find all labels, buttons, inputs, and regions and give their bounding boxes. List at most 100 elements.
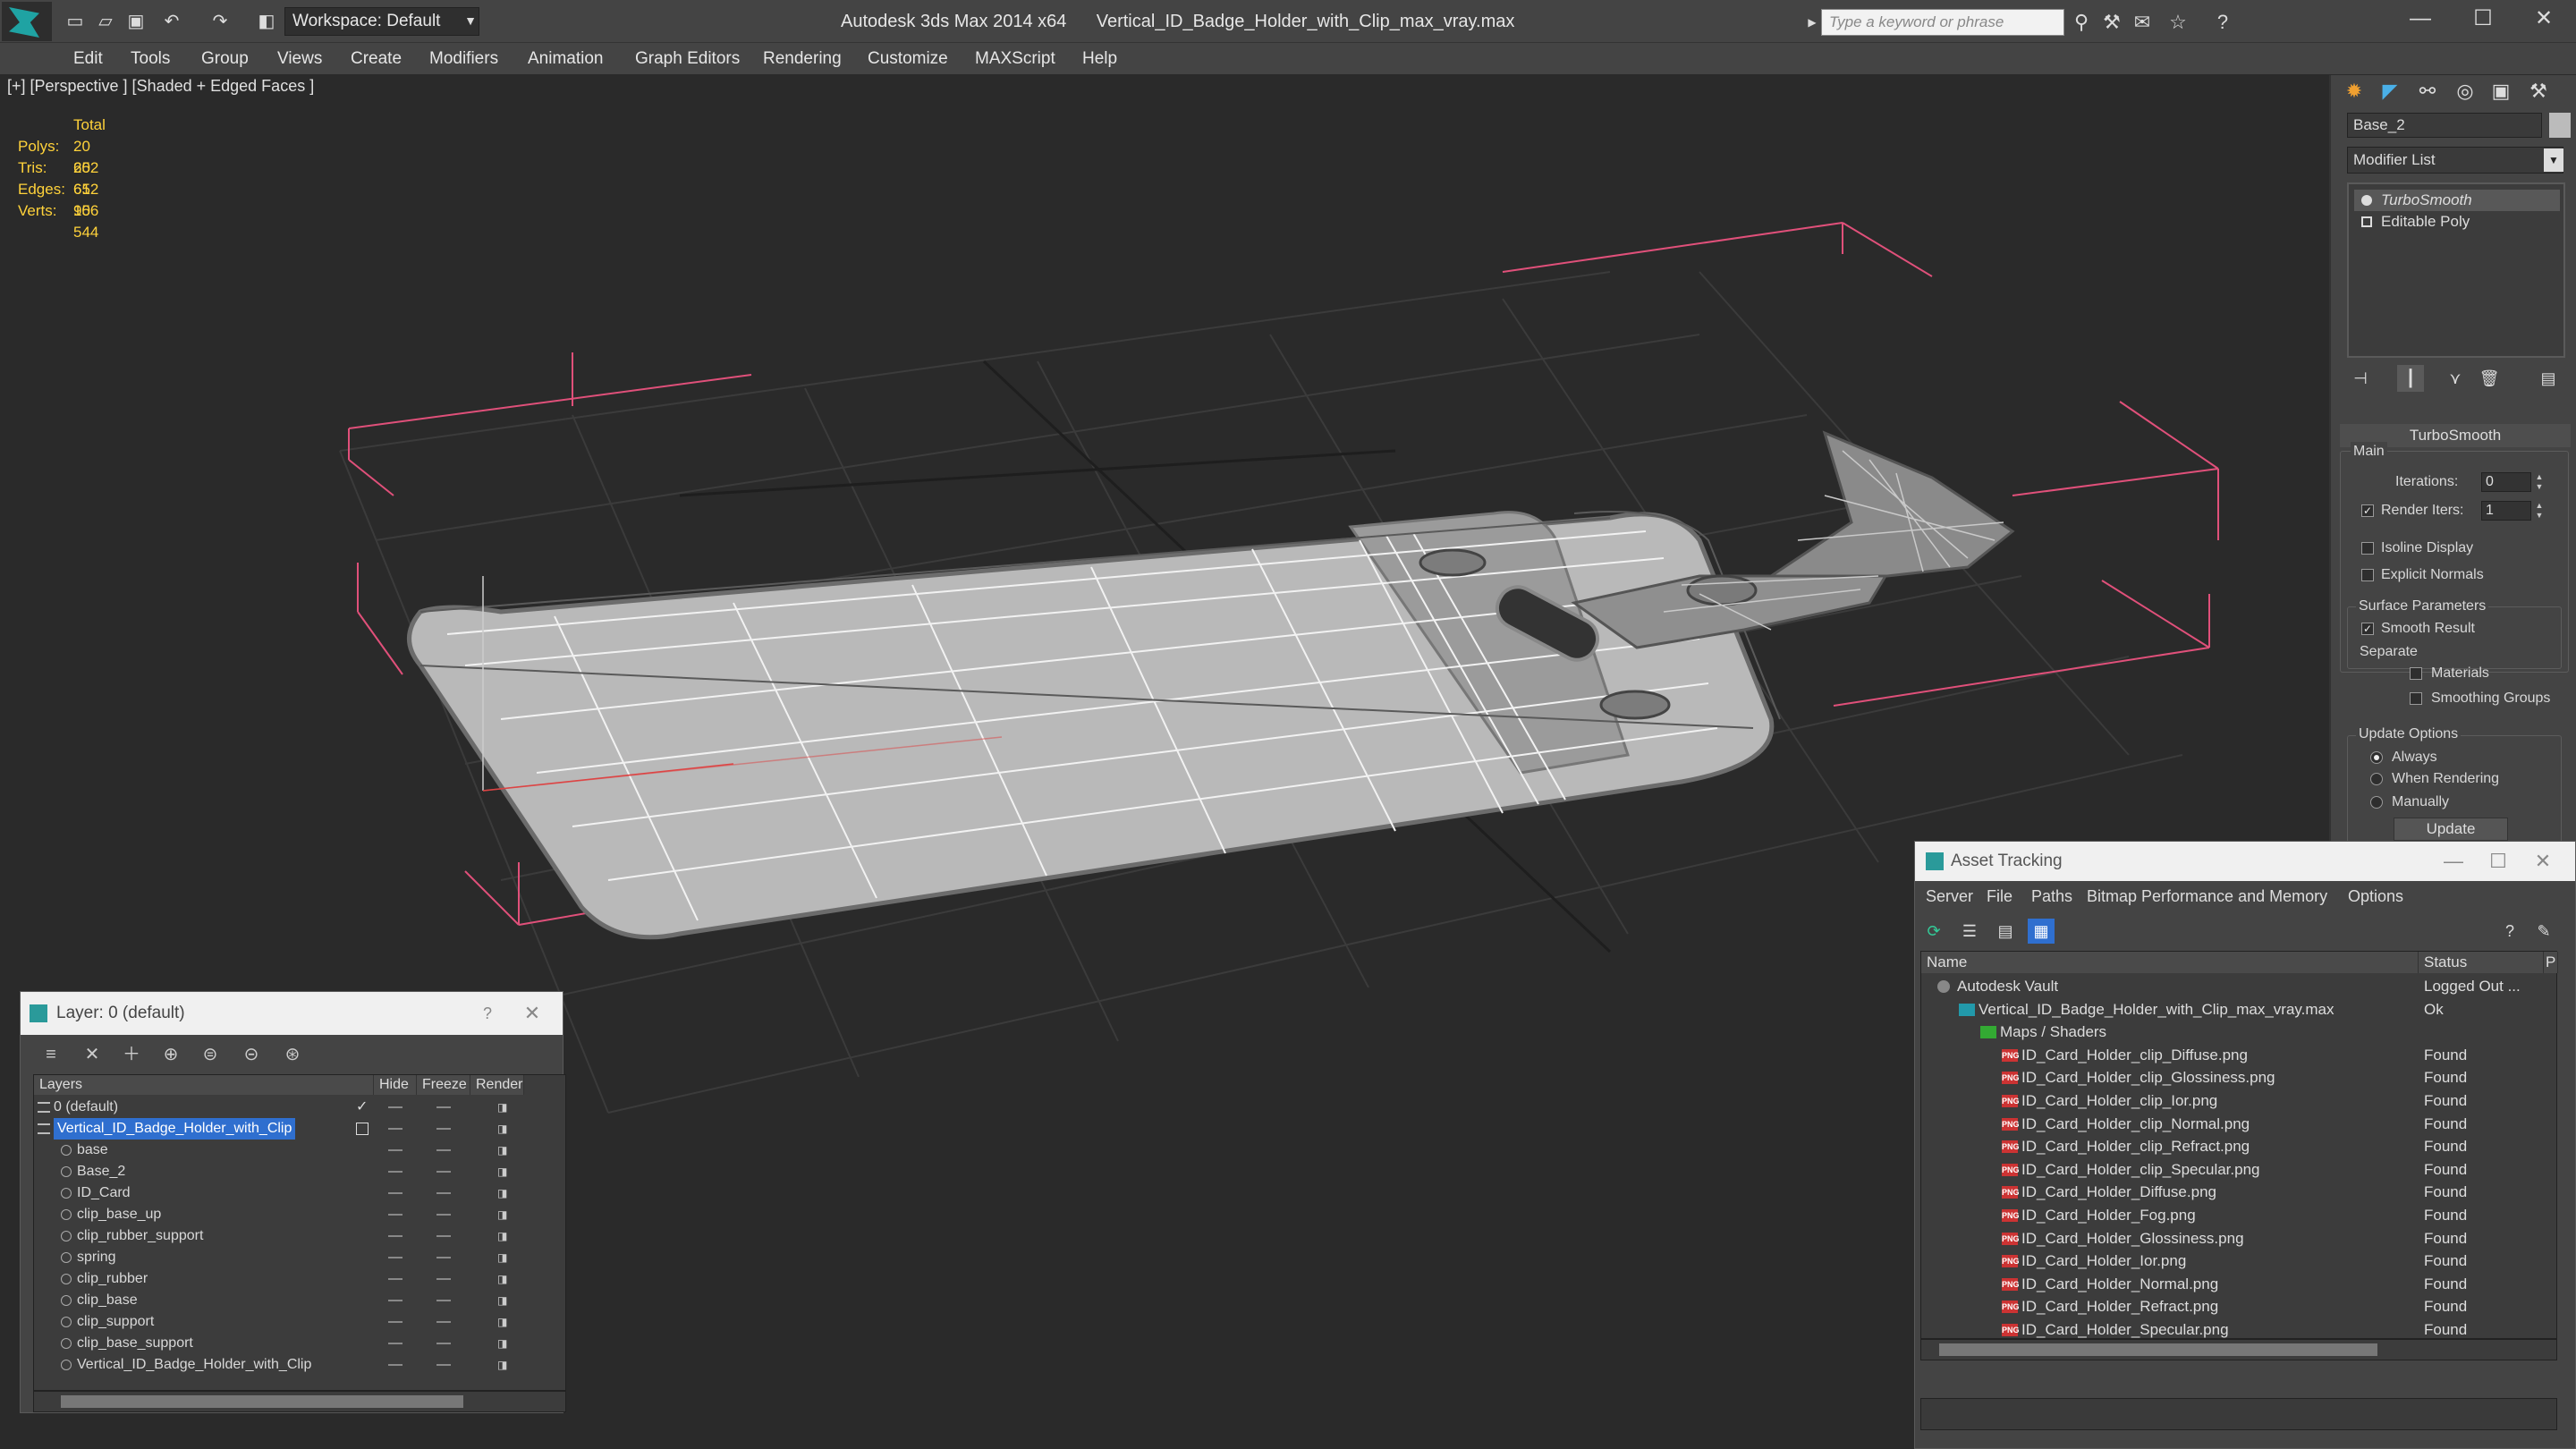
column-header[interactable]: Status [2419, 952, 2544, 973]
minimize-icon[interactable]: — [2388, 0, 2453, 39]
maximize-icon[interactable]: ☐ [2480, 842, 2516, 881]
pin-stack-icon[interactable]: ⊣ [2347, 365, 2374, 392]
freeze-toggle[interactable] [436, 1128, 451, 1130]
render-teapot-icon[interactable]: ◨ [497, 1102, 510, 1113]
asset-row[interactable]: PNG ID_Card_Holder_clip_Diffuse.png Found [1921, 1044, 2558, 1067]
object-color-swatch[interactable] [2549, 113, 2571, 138]
render-teapot-icon[interactable]: ◨ [497, 1338, 510, 1349]
asset-row[interactable]: PNG ID_Card_Holder_Diffuse.png Found [1921, 1181, 2558, 1204]
motion-tab-icon[interactable]: ◎ [2449, 75, 2481, 107]
menu-paths[interactable]: Paths [2031, 881, 2072, 911]
horizontal-scrollbar[interactable] [1920, 1339, 2557, 1360]
column-header[interactable]: Freeze [417, 1075, 470, 1095]
menu-create[interactable]: Create [351, 43, 402, 75]
menu-edit[interactable]: Edit [73, 43, 103, 75]
menu-modifiers[interactable]: Modifiers [429, 43, 498, 75]
layer-name[interactable]: Vertical_ID_Badge_Holder_with_Clip [77, 1354, 311, 1376]
modify-tab-icon[interactable]: ◤ [2374, 75, 2406, 107]
column-header[interactable]: Layers [34, 1075, 374, 1095]
freeze-toggle[interactable] [436, 1343, 451, 1344]
materials-checkbox[interactable] [2410, 667, 2422, 680]
menu-tools[interactable]: Tools [131, 43, 170, 75]
menu-server[interactable]: Server [1926, 881, 1973, 911]
asset-row[interactable]: PNG ID_Card_Holder_clip_Ior.png Found [1921, 1089, 2558, 1113]
layer-name[interactable]: Vertical_ID_Badge_Holder_with_Clip [54, 1118, 296, 1140]
hierarchy-tab-icon[interactable]: ⚯ [2411, 75, 2444, 107]
help-icon[interactable]: ? [2496, 919, 2523, 944]
layer-name[interactable]: clip_base_support [77, 1333, 193, 1354]
set-current-layer-icon[interactable] [356, 1123, 369, 1135]
column-header[interactable]: Render [470, 1075, 524, 1095]
redo-icon[interactable]: ↷ [209, 11, 231, 32]
menu-animation[interactable]: Animation [528, 43, 604, 75]
layer-row[interactable]: base ◨ [34, 1140, 567, 1161]
menu-graph-editors[interactable]: Graph Editors [635, 43, 740, 75]
app-logo-icon[interactable] [2, 2, 52, 41]
hide-toggle[interactable] [388, 1343, 402, 1344]
new-layer-icon[interactable]: ≡ [38, 1042, 64, 1067]
freeze-toggle[interactable] [436, 1278, 451, 1280]
asset-row[interactable]: PNG ID_Card_Holder_clip_Normal.png Found [1921, 1113, 2558, 1136]
project-folder-icon[interactable]: ◧ [256, 11, 277, 32]
asset-row[interactable]: PNG ID_Card_Holder_clip_Specular.png Found [1921, 1158, 2558, 1182]
layer-row[interactable]: clip_base_support ◨ [34, 1333, 567, 1354]
layer-row[interactable]: clip_base ◨ [34, 1290, 567, 1311]
render-teapot-icon[interactable]: ◨ [497, 1188, 510, 1199]
display-tab-icon[interactable]: ▣ [2485, 75, 2517, 107]
layer-row[interactable]: 0 (default) ✓ ◨ [34, 1097, 567, 1118]
freeze-toggle[interactable] [436, 1257, 451, 1258]
hide-toggle[interactable] [388, 1300, 402, 1301]
column-header[interactable]: Name [1921, 952, 2419, 973]
asset-row[interactable]: Maps / Shaders [1921, 1021, 2558, 1044]
layer-name[interactable]: Base_2 [77, 1161, 125, 1182]
menu-maxscript[interactable]: MAXScript [975, 43, 1055, 75]
horizontal-scrollbar[interactable] [33, 1391, 566, 1412]
asset-row[interactable]: PNG ID_Card_Holder_clip_Glossiness.png Fou… [1921, 1066, 2558, 1089]
spinner-arrows-icon[interactable]: ▲ ▼ [2533, 472, 2546, 492]
asset-row[interactable]: PNG ID_Card_Holder_Fog.png Found [1921, 1204, 2558, 1227]
layer-name[interactable]: 0 (default) [54, 1097, 118, 1118]
favorites-star-icon[interactable]: ☆ [2165, 9, 2191, 36]
hide-toggle[interactable] [388, 1214, 402, 1216]
asset-row[interactable]: PNG ID_Card_Holder_Normal.png Found [1921, 1273, 2558, 1296]
asset-row[interactable]: PNG ID_Card_Holder_Refract.png Found [1921, 1295, 2558, 1318]
update-when-rendering-radio[interactable] [2370, 773, 2383, 785]
menu-views[interactable]: Views [277, 43, 322, 75]
undo-icon[interactable]: ↶ [161, 11, 182, 32]
stack-item-turbosmooth[interactable]: TurboSmooth [2354, 190, 2560, 211]
viewport-label[interactable]: [+] [Perspective ] [Shaded + Edged Faces… [7, 75, 314, 97]
layer-row[interactable]: Base_2 ◨ [34, 1161, 567, 1182]
freeze-toggle[interactable] [436, 1171, 451, 1173]
render-teapot-icon[interactable]: ◨ [497, 1166, 510, 1177]
add-to-layer-icon[interactable]: ＋ [119, 1042, 144, 1067]
column-header[interactable]: P [2544, 952, 2558, 973]
isoline-display-checkbox[interactable] [2361, 542, 2374, 555]
hide-toggle[interactable] [388, 1192, 402, 1194]
update-button[interactable]: Update [2394, 818, 2508, 841]
render-iters-checkbox[interactable]: ✓ [2361, 504, 2374, 517]
refresh-icon[interactable]: ⟳ [1920, 919, 1947, 944]
render-teapot-icon[interactable]: ◨ [497, 1252, 510, 1263]
hide-all-icon[interactable]: ⊝ [239, 1042, 264, 1067]
render-teapot-icon[interactable]: ◨ [497, 1360, 510, 1370]
menu-help[interactable]: Help [1082, 43, 1117, 75]
layer-row[interactable]: ID_Card ◨ [34, 1182, 567, 1204]
new-file-icon[interactable]: ▭ [64, 11, 86, 32]
tree-view-icon[interactable]: ▤ [1992, 919, 2019, 944]
layer-row[interactable]: clip_base_up ◨ [34, 1204, 567, 1225]
asset-row[interactable]: Autodesk Vault Logged Out ... [1921, 975, 2558, 998]
help-icon[interactable]: ? [470, 992, 505, 1035]
maximize-icon[interactable]: ☐ [2451, 0, 2515, 39]
hide-toggle[interactable] [388, 1278, 402, 1280]
make-unique-icon[interactable]: ⋎ [2442, 365, 2469, 392]
freeze-toggle[interactable] [436, 1106, 451, 1108]
hide-toggle[interactable] [388, 1235, 402, 1237]
freeze-toggle[interactable] [436, 1300, 451, 1301]
layer-row[interactable]: spring ◨ [34, 1247, 567, 1268]
close-icon[interactable]: ✕ [2512, 0, 2576, 39]
configure-sets-icon[interactable]: ▤ [2535, 365, 2562, 392]
menu-bitmap-performance[interactable]: Bitmap Performance and Memory [2087, 881, 2327, 911]
smoothing-groups-checkbox[interactable] [2410, 692, 2422, 705]
asset-tracking-title[interactable]: Asset Tracking [1915, 842, 2575, 881]
minimize-icon[interactable]: — [2436, 842, 2471, 881]
